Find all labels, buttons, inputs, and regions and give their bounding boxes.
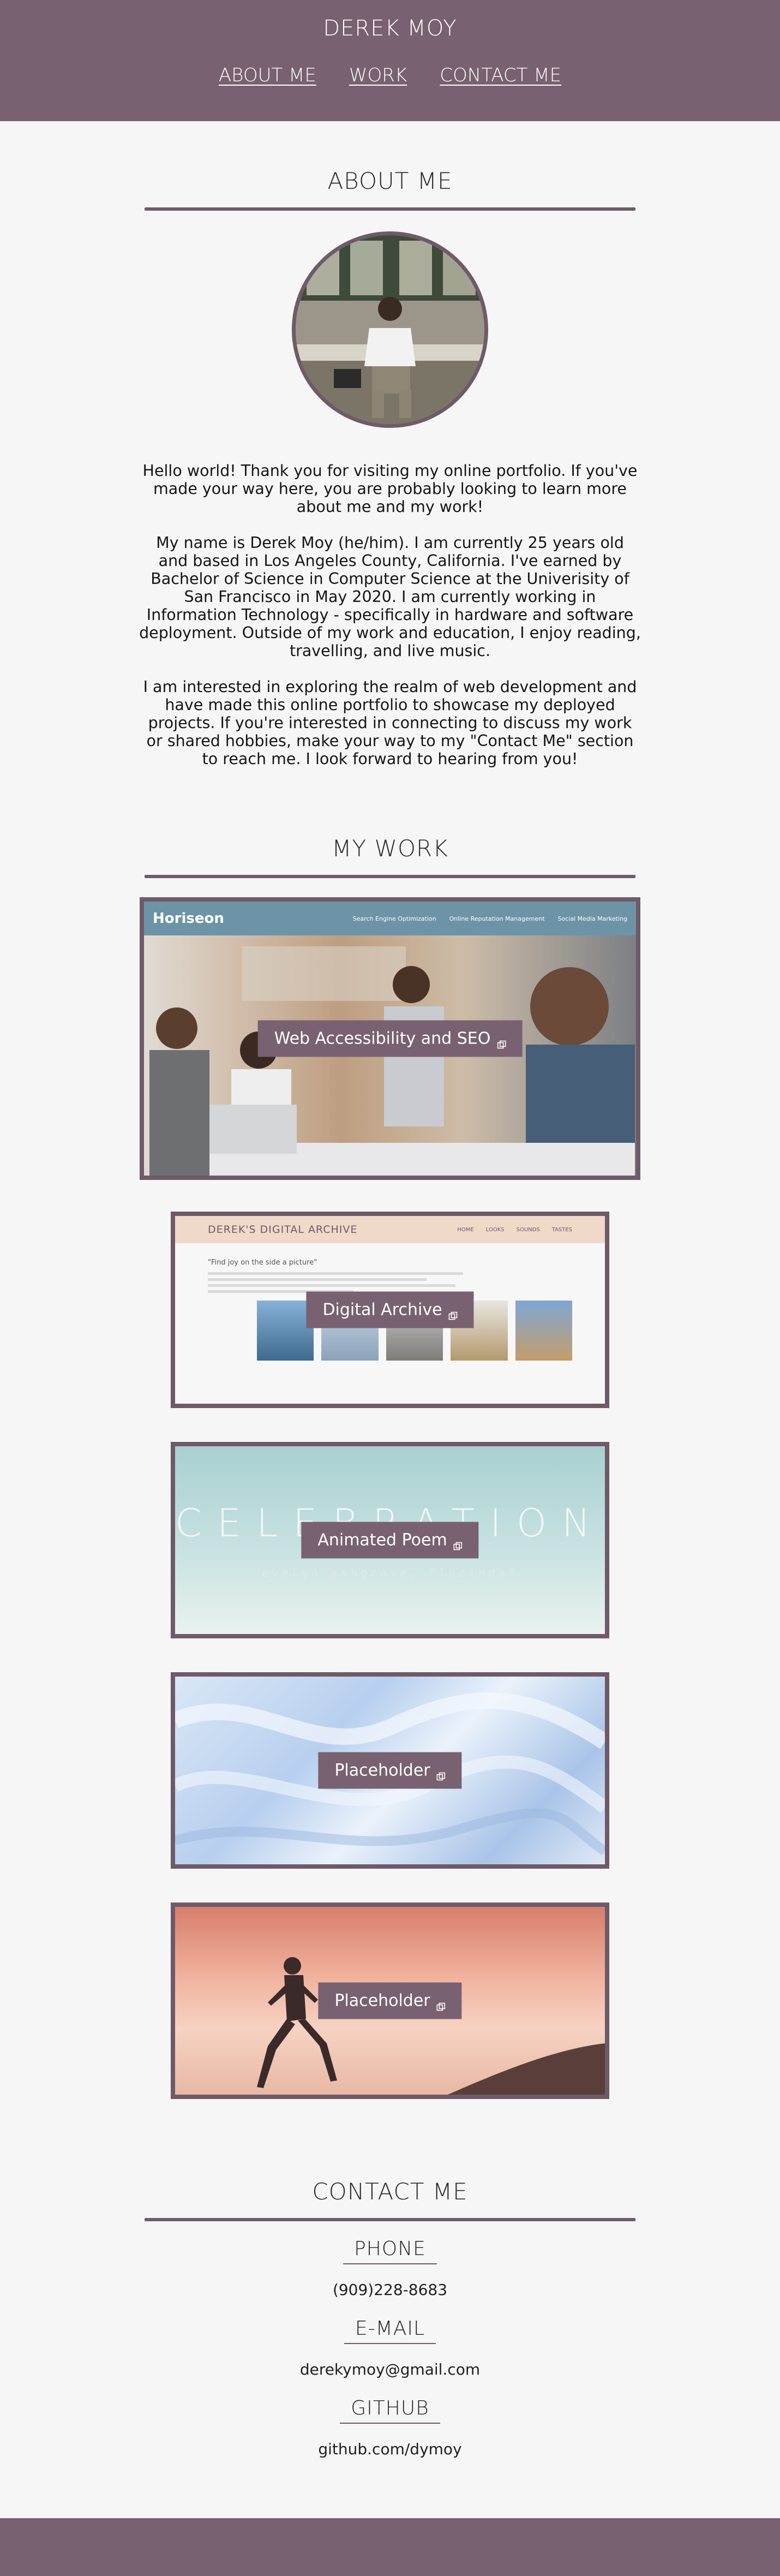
phone-value[interactable]: (909)228-8683 [0,2281,780,2299]
preview-nav-item: Online Reputation Management [449,915,545,922]
preview-nav-item: SOUNDS [516,1226,540,1233]
project-card-placeholder-2[interactable]: Placeholder [171,1903,609,2099]
gallery-thumbnail [257,1301,314,1361]
project-card-seo[interactable]: Horiseon Search Engine Optimization Onli… [140,897,640,1180]
about-text: Hello world! Thank you for visiting my o… [139,462,641,768]
about-paragraph-2: My name is Derek Moy (he/him). I am curr… [139,534,641,660]
preview-nav-item: TASTES [551,1226,572,1233]
contact-email: E-MAIL derekymoy@gmail.com [0,2317,780,2378]
project-card-placeholder-1[interactable]: Placeholder [171,1672,609,1869]
about-paragraph-1: Hello world! Thank you for visiting my o… [142,462,638,516]
project-link-placeholder-2[interactable]: Placeholder [318,1982,462,2019]
project-label-text: Digital Archive [322,1300,442,1320]
contact-phone: PHONE (909)228-8683 [0,2238,780,2299]
contact-divider [145,2218,635,2221]
preview-quote: "Find joy on the side a picture" [208,1259,317,1267]
github-value[interactable]: github.com/dymoy [0,2440,780,2458]
contact-section: CONTACT ME PHONE (909)228-8683 E-MAIL de… [0,2099,780,2458]
project-label-text: Placeholder [334,1761,430,1780]
project-link-poem[interactable]: Animated Poem [301,1522,479,1559]
project-card-archive[interactable]: DEREK'S DIGITAL ARCHIVE HOME LOOKS SOUND… [171,1212,609,1408]
project-preview-header: DEREK'S DIGITAL ARCHIVE HOME LOOKS SOUND… [175,1216,605,1243]
about-title: ABOUT ME [327,168,453,194]
preview-text-line [208,1284,456,1287]
external-link-icon [453,1536,463,1550]
preview-nav-item: HOME [457,1226,474,1233]
preview-nav: HOME LOOKS SOUNDS TASTES [457,1227,572,1233]
external-link-icon [448,1305,458,1320]
preview-nav-item: Social Media Marketing [557,915,627,922]
project-label-text: Placeholder [334,1991,430,2011]
email-value[interactable]: derekymoy@gmail.com [0,2360,780,2378]
contact-github: GITHUB github.com/dymoy [0,2397,780,2458]
site-title: DEREK MOY [323,16,457,41]
contact-heading: PHONE [343,2238,437,2264]
external-link-icon [436,1996,446,2011]
site-footer [0,2518,780,2576]
preview-text-line [208,1272,463,1275]
contact-title: CONTACT ME [312,2178,468,2205]
preview-nav-item: LOOKS [485,1226,505,1233]
work-section: MY WORK Horiseon Search Engine Optimizat… [0,786,780,2099]
preview-text-line [208,1278,427,1281]
project-label-text: Animated Poem [317,1530,447,1550]
about-divider [145,207,635,211]
work-divider [145,875,635,878]
project-link-placeholder-1[interactable]: Placeholder [318,1752,462,1789]
contact-heading: E-MAIL [344,2317,436,2344]
profile-photo-illustration [296,235,484,424]
preview-title: DEREK'S DIGITAL ARCHIVE [208,1224,358,1236]
preview-subtitle: evelyn ashgrove, "lucinda" [262,1566,518,1579]
site-header: DEREK MOY ABOUT ME WORK CONTACT ME [0,0,780,121]
nav-link-about[interactable]: ABOUT ME [219,64,316,86]
external-link-icon [497,1034,506,1048]
project-card-poem[interactable]: CELEBRATION evelyn ashgrove, "lucinda" A… [171,1442,609,1638]
preview-nav: Search Engine Optimization Online Reputa… [353,915,627,922]
project-link-archive[interactable]: Digital Archive [306,1291,474,1328]
preview-nav-item: Search Engine Optimization [352,915,436,922]
gallery-thumbnail [515,1301,573,1361]
project-link-seo[interactable]: Web Accessibility and SEO [257,1020,523,1057]
main-nav: ABOUT ME WORK CONTACT ME [0,64,780,86]
nav-link-work[interactable]: WORK [349,64,407,86]
project-preview-header: Horiseon Search Engine Optimization Onli… [144,902,636,935]
preview-logo: Horiseon [153,910,224,927]
about-paragraph-3: I am interested in exploring the realm o… [143,678,637,768]
profile-photo [292,231,488,428]
work-title: MY WORK [332,835,448,862]
external-link-icon [436,1766,446,1780]
project-label-text: Web Accessibility and SEO [274,1029,491,1048]
nav-link-contact[interactable]: CONTACT ME [440,64,561,86]
about-section: ABOUT ME Hello world! Thank you for visi… [0,121,780,768]
contact-heading: GITHUB [340,2397,440,2424]
